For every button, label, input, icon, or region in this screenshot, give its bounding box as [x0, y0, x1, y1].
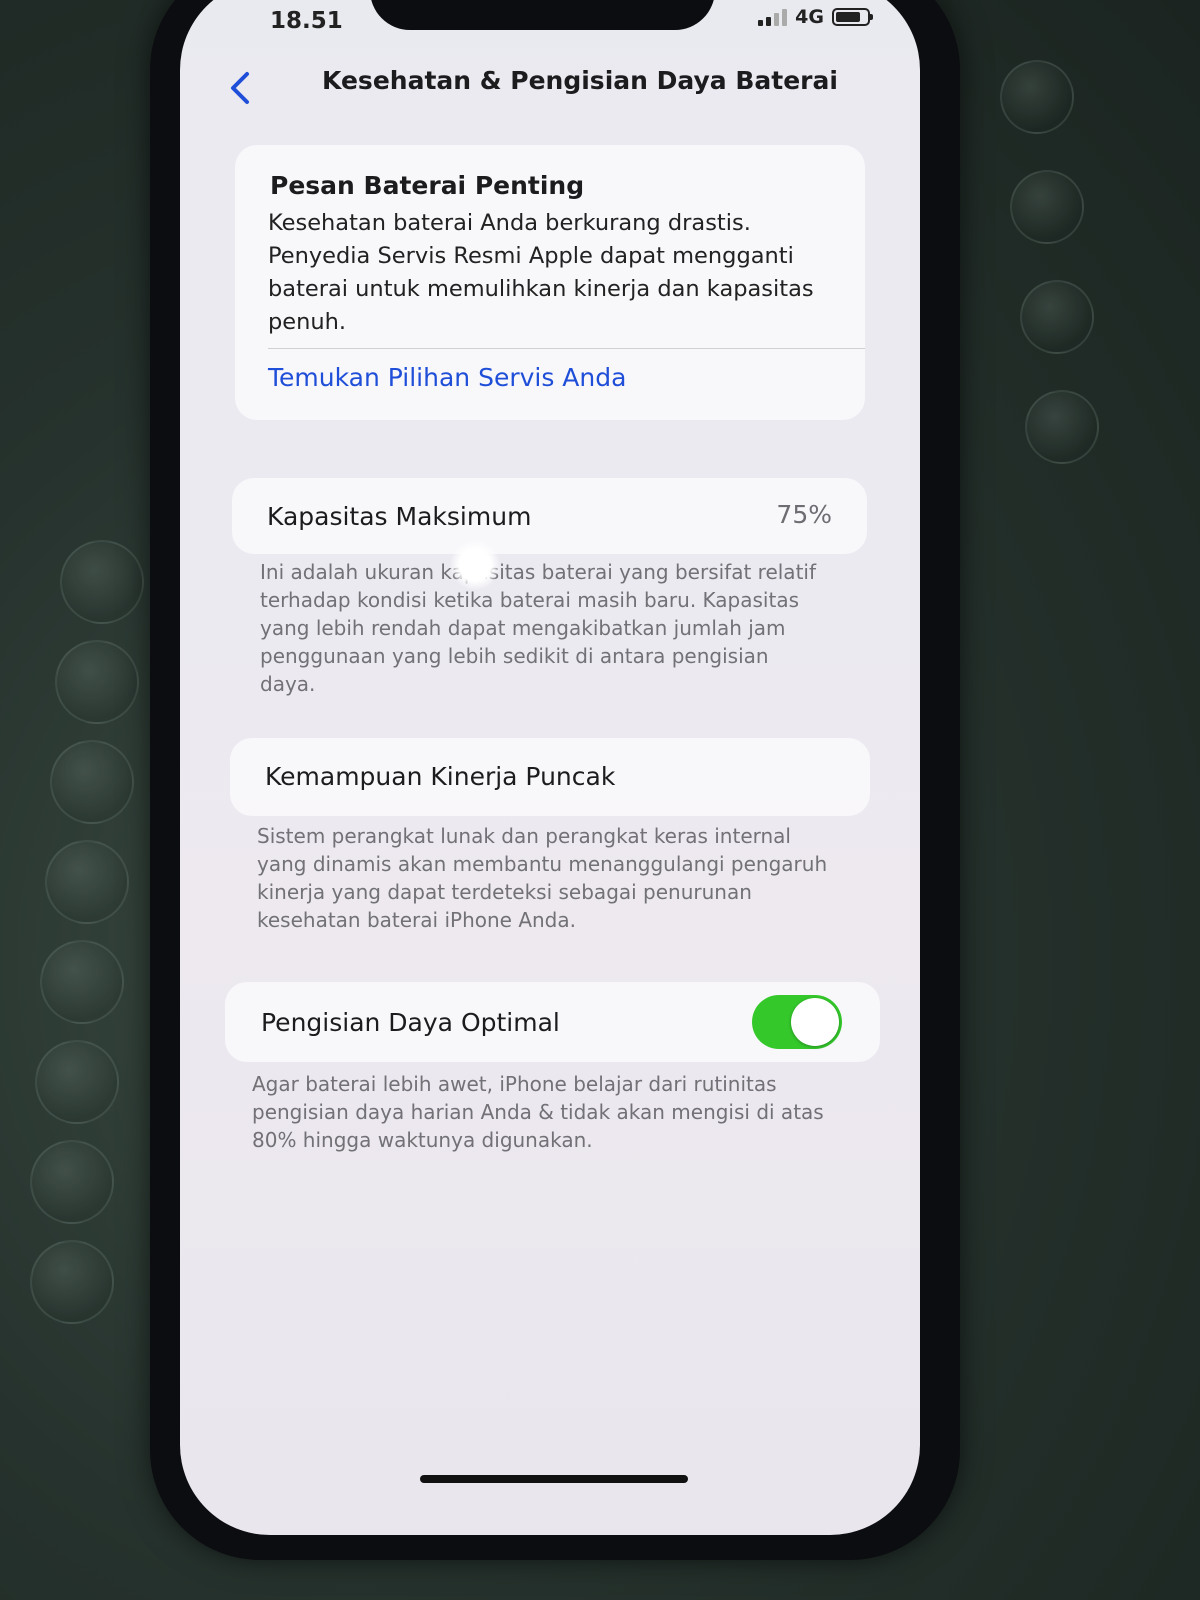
optimal-charging-row: Pengisian Daya Optimal — [225, 982, 880, 1062]
network-label: 4G — [795, 6, 824, 28]
bubble — [1010, 170, 1084, 244]
max-capacity-row: Kapasitas Maksimum 75% — [232, 478, 867, 554]
notch — [370, 0, 715, 30]
bubble — [35, 1040, 119, 1124]
chevron-left-icon — [231, 72, 249, 104]
back-button[interactable] — [225, 68, 255, 108]
service-options-link[interactable]: Temukan Pilihan Servis Anda — [268, 363, 626, 392]
bubble — [30, 1140, 114, 1224]
peak-performance-row: Kemampuan Kinerja Puncak — [230, 738, 870, 816]
bubble — [40, 940, 124, 1024]
optimal-charging-toggle[interactable] — [752, 995, 842, 1049]
bubble — [30, 1240, 114, 1324]
peak-performance-label: Kemampuan Kinerja Puncak — [265, 762, 616, 791]
max-capacity-label: Kapasitas Maksimum — [267, 502, 532, 531]
alert-title: Pesan Baterai Penting — [270, 171, 585, 200]
status-time: 18.51 — [270, 8, 343, 34]
status-icons: 4G — [758, 6, 873, 28]
alert-body: Kesehatan baterai Anda berkurang drastis… — [268, 210, 814, 335]
signal-icon — [758, 8, 788, 26]
toggle-knob — [791, 998, 839, 1046]
bubble — [1025, 390, 1099, 464]
optimal-charging-footnote: Agar baterai lebih awet, iPhone belajar … — [252, 1072, 824, 1152]
optimal-charging-label: Pengisian Daya Optimal — [261, 1008, 560, 1037]
performance-footnote: Sistem perangkat lunak dan perangkat ker… — [257, 824, 828, 932]
phone-screen: 18.51 4G Kesehatan & Pengisian Daya Bate… — [180, 0, 920, 1535]
bubble — [50, 740, 134, 824]
phone-frame: 18.51 4G Kesehatan & Pengisian Daya Bate… — [150, 0, 960, 1560]
max-capacity-value: 75% — [776, 500, 832, 529]
bubble — [1000, 60, 1074, 134]
capacity-footnote: Ini adalah ukuran kapasitas baterai yang… — [260, 560, 817, 696]
divider — [268, 348, 865, 349]
battery-icon — [832, 8, 873, 26]
page-title: Kesehatan & Pengisian Daya Baterai — [322, 66, 838, 95]
bubble — [60, 540, 144, 624]
bubble — [45, 840, 129, 924]
bubble — [1020, 280, 1094, 354]
home-indicator[interactable] — [420, 1475, 688, 1483]
bubble — [55, 640, 139, 724]
light-glare — [450, 540, 500, 590]
battery-alert-card: Pesan Baterai Penting Kesehatan baterai … — [235, 145, 865, 420]
